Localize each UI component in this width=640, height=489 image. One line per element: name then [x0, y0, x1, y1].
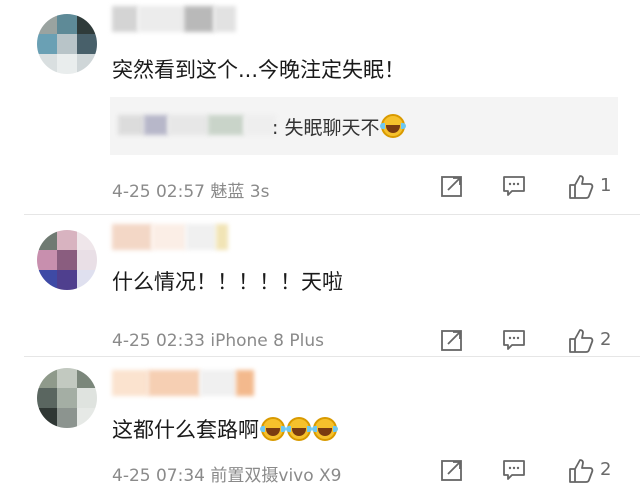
reply-text: : 失眠聊天不	[272, 113, 407, 140]
comment-item: 什么情况！！！！！天啦 4-25 02:33 iPhone 8 Plus 2	[0, 214, 640, 356]
share-icon[interactable]	[440, 328, 464, 352]
laugh-cry-emoji	[286, 417, 312, 441]
username-blurred[interactable]	[112, 6, 236, 32]
share-icon[interactable]	[440, 458, 464, 482]
username-blurred[interactable]	[112, 370, 254, 396]
comment-text: 什么情况！！！！！天啦	[112, 270, 343, 294]
laugh-cry-emoji	[380, 114, 407, 138]
comment-actions: 1	[440, 172, 640, 202]
thumbs-up-icon[interactable]	[568, 174, 594, 200]
comment-actions: 2	[440, 326, 640, 356]
thumbs-up-icon[interactable]	[568, 328, 594, 354]
avatar[interactable]	[37, 368, 97, 428]
comment-meta: 4-25 02:33 iPhone 8 Plus	[112, 331, 324, 351]
share-icon[interactable]	[440, 174, 464, 198]
reply-box[interactable]: : 失眠聊天不	[110, 97, 618, 155]
thumbs-up-icon[interactable]	[568, 458, 594, 484]
comment-text: 这都什么套路啊	[112, 414, 338, 444]
laugh-cry-emoji	[260, 417, 286, 441]
like-count: 2	[600, 329, 612, 350]
comment-meta: 4-25 02:57 魅蓝 3s	[112, 182, 270, 202]
username-blurred[interactable]	[112, 224, 228, 250]
comment-icon[interactable]	[502, 328, 526, 352]
like-count: 2	[600, 459, 612, 480]
comment-icon[interactable]	[502, 174, 526, 198]
comment-text: 突然看到这个...今晚注定失眠！	[112, 58, 406, 82]
reply-username-blurred[interactable]	[118, 115, 276, 135]
avatar[interactable]	[37, 14, 97, 74]
comment-icon[interactable]	[502, 458, 526, 482]
comment-item: 突然看到这个...今晚注定失眠！ : 失眠聊天不 4-25 02:57 魅蓝 3…	[0, 0, 640, 214]
laugh-cry-emoji	[312, 417, 338, 441]
comment-item: 这都什么套路啊 4-25 07:34 前置双摄vivo X9 2	[0, 356, 640, 489]
like-count: 1	[600, 175, 612, 196]
comment-actions: 2	[440, 456, 640, 486]
comment-meta: 4-25 07:34 前置双摄vivo X9	[112, 466, 342, 486]
avatar[interactable]	[37, 230, 97, 290]
